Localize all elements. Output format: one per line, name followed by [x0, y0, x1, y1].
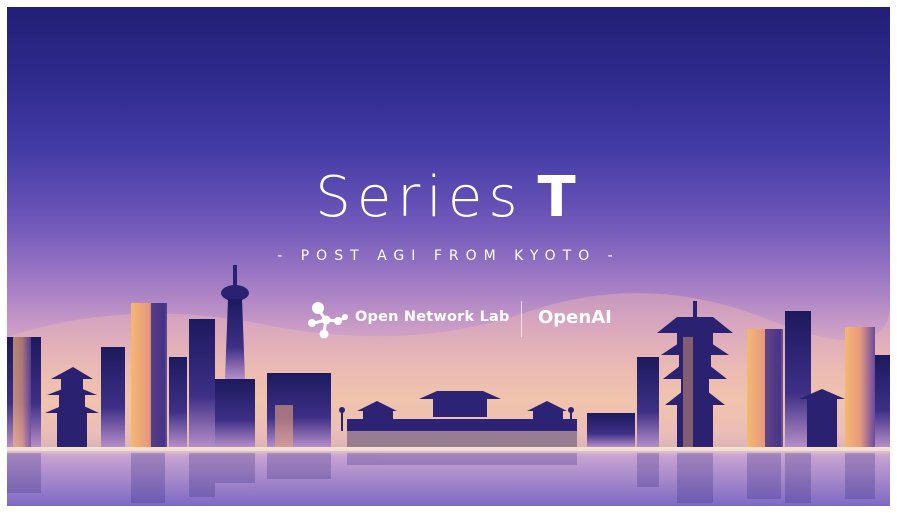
event-subtitle: - POST AGI FROM KYOTO - — [277, 248, 620, 264]
logo-divider — [521, 301, 522, 337]
building — [169, 357, 187, 447]
banner: Series T - POST AGI FROM KYOTO - Open Net… — [7, 7, 890, 506]
building — [101, 347, 125, 447]
waterline — [7, 447, 890, 451]
building-lit-face — [275, 405, 293, 447]
sponsor-logos: Open Network Lab OpenAI — [7, 299, 890, 345]
openai-label: OpenAI — [538, 307, 612, 328]
temple-glow — [347, 431, 577, 447]
event-title: Series T — [7, 165, 890, 231]
building-shadow — [765, 329, 783, 447]
building — [845, 327, 875, 447]
title-series: Series — [315, 165, 524, 230]
building — [875, 355, 890, 447]
building-lit-face — [13, 337, 31, 447]
building — [587, 413, 635, 447]
title-t: T — [537, 165, 582, 230]
open-network-lab-logo-icon — [308, 302, 348, 339]
building — [637, 357, 659, 447]
open-network-lab-label: Open Network Lab — [355, 309, 510, 325]
pagoda-glow — [683, 337, 693, 447]
